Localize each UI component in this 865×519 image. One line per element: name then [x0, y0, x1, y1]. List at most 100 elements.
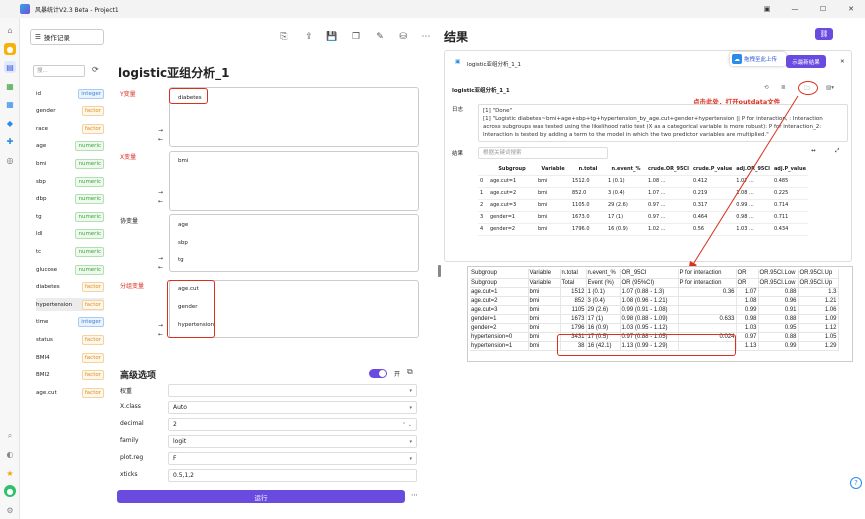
- variable-item[interactable]: hypertension factor: [36, 298, 104, 312]
- move-right-arrow[interactable]: →: [158, 322, 163, 329]
- table-cell[interactable]: Event (%): [586, 278, 621, 288]
- variable-item[interactable]: sbp numeric: [36, 175, 104, 188]
- variable-item[interactable]: dbp numeric: [36, 193, 104, 206]
- move-left-arrow[interactable]: ←: [158, 136, 163, 143]
- table-cell[interactable]: 3 (0.4): [586, 296, 621, 306]
- export-icon[interactable]: ⇪: [303, 31, 315, 43]
- table-cell[interactable]: [678, 305, 737, 315]
- table-cell[interactable]: gender=1: [470, 314, 529, 324]
- table-cell[interactable]: 0.97: [736, 332, 759, 342]
- variable-item[interactable]: id integer: [36, 87, 104, 100]
- covariate-box[interactable]: age sbp tg: [169, 214, 419, 272]
- run-button[interactable]: 运行: [117, 490, 405, 503]
- move-right-arrow[interactable]: →: [158, 189, 163, 196]
- table-cell[interactable]: 29 (2.6): [586, 305, 621, 315]
- grid-icon[interactable]: ▦: [4, 98, 16, 110]
- variable-item[interactable]: ldl numeric: [36, 228, 104, 241]
- variable-item[interactable]: tg numeric: [36, 210, 104, 223]
- more-icon[interactable]: ⋯: [420, 31, 432, 43]
- table-cell[interactable]: Subgroup: [470, 278, 529, 288]
- popout-icon[interactable]: ⧉: [407, 367, 413, 377]
- table-cell[interactable]: 1.03: [736, 323, 759, 333]
- table-cell[interactable]: 1.06: [798, 305, 839, 315]
- data-icon[interactable]: ●: [4, 43, 16, 55]
- table-cell[interactable]: 17 (1): [586, 314, 621, 324]
- fullscreen-icon[interactable]: ⤢: [835, 148, 839, 155]
- pin-icon[interactable]: ▣: [753, 0, 781, 18]
- table-cell[interactable]: 1796: [560, 323, 587, 333]
- table-icon[interactable]: ▦: [4, 80, 16, 92]
- table-cell[interactable]: 0.36: [678, 287, 737, 297]
- table-cell[interactable]: age.cut=2: [470, 296, 529, 306]
- table-cell[interactable]: gender=2: [470, 323, 529, 333]
- help-icon[interactable]: ?: [850, 477, 862, 489]
- variable-item[interactable]: BMI2 factor: [36, 369, 104, 382]
- table-cell[interactable]: 0.91: [758, 305, 799, 315]
- settings-icon[interactable]: ⚙: [4, 504, 16, 516]
- x-variable-box[interactable]: bmi: [169, 151, 419, 211]
- variable-item[interactable]: diabetes factor: [36, 281, 104, 294]
- move-left-arrow[interactable]: ←: [158, 198, 163, 205]
- variable-item[interactable]: age numeric: [36, 140, 104, 153]
- result-tab[interactable]: logistic亚组分析_1_1: [467, 60, 521, 68]
- wechat-icon[interactable]: ●: [4, 485, 16, 497]
- table-cell[interactable]: 0.88: [758, 287, 799, 297]
- variable-search-input[interactable]: 搜...: [33, 65, 85, 77]
- table-cell[interactable]: hypertension=0: [470, 332, 529, 342]
- save-icon[interactable]: 💾: [326, 31, 338, 43]
- table-cell[interactable]: 1.09: [798, 314, 839, 324]
- table-cell[interactable]: OR.95CI.Low: [758, 269, 799, 279]
- close-button[interactable]: ✕: [837, 0, 865, 18]
- expand-width-icon[interactable]: ↔: [811, 148, 816, 154]
- family-select[interactable]: logit ▾: [168, 435, 417, 448]
- theme-icon[interactable]: ◐: [4, 448, 16, 460]
- covariate-item[interactable]: sbp: [178, 240, 188, 246]
- table-cell[interactable]: Variable: [528, 269, 561, 279]
- table-cell[interactable]: 1.07 (0.88 - 1.3): [620, 287, 679, 297]
- table-cell[interactable]: OR (95%CI): [620, 278, 679, 288]
- column-header[interactable]: n.total: [570, 163, 606, 176]
- variable-item[interactable]: race factor: [36, 122, 104, 135]
- search-icon[interactable]: ⌕: [4, 430, 16, 442]
- star-icon[interactable]: ★: [4, 467, 16, 479]
- table-cell[interactable]: bmi: [528, 323, 561, 333]
- import-icon[interactable]: ⎘: [278, 31, 290, 43]
- link-button[interactable]: ⛓: [815, 28, 833, 40]
- table-cell[interactable]: 1.05: [798, 332, 839, 342]
- table-cell[interactable]: OR: [736, 278, 759, 288]
- image-icon[interactable]: ▨▾: [826, 85, 834, 91]
- table-cell[interactable]: P for interaction: [678, 269, 737, 279]
- table-cell[interactable]: OR.95CI.Up: [798, 269, 839, 279]
- column-header[interactable]: Subgroup: [488, 163, 536, 176]
- table-cell[interactable]: 0.99 (0.91 - 1.08): [620, 305, 679, 315]
- more-icon[interactable]: ⋯: [411, 491, 418, 499]
- refresh-icon[interactable]: ⟳: [92, 65, 99, 74]
- table-cell[interactable]: hypertension=1: [470, 341, 529, 351]
- operation-record-button[interactable]: ☰ 操作记录: [30, 29, 104, 45]
- column-header[interactable]: Variable: [536, 163, 570, 176]
- table-cell[interactable]: 0.99: [736, 305, 759, 315]
- model-icon[interactable]: ◆: [4, 117, 16, 129]
- plotreg-select[interactable]: F ▾: [168, 452, 417, 465]
- table-cell[interactable]: 1673: [560, 314, 587, 324]
- table-cell[interactable]: 1.08 (0.96 - 1.21): [620, 296, 679, 306]
- table-cell[interactable]: age.cut=1: [470, 287, 529, 297]
- table-cell[interactable]: 0.95: [758, 323, 799, 333]
- variable-item[interactable]: BMI4 factor: [36, 351, 104, 364]
- table-cell[interactable]: 1.12: [798, 323, 839, 333]
- table-cell[interactable]: bmi: [528, 314, 561, 324]
- variable-item[interactable]: age.cut factor: [36, 386, 104, 399]
- table-cell[interactable]: [678, 323, 737, 333]
- table-cell[interactable]: bmi: [528, 305, 561, 315]
- copy-icon[interactable]: ❐: [350, 31, 362, 43]
- weight-select[interactable]: ▾: [168, 384, 417, 397]
- table-cell[interactable]: P for interaction: [678, 278, 737, 288]
- move-left-arrow[interactable]: ←: [158, 331, 163, 338]
- table-cell[interactable]: 1.03 (0.95 - 1.12): [620, 323, 679, 333]
- table-cell[interactable]: 0.98 (0.88 - 1.09): [620, 314, 679, 324]
- xclass-select[interactable]: Auto ▾: [168, 401, 417, 414]
- table-cell[interactable]: 1105: [560, 305, 587, 315]
- table-cell[interactable]: n.event_%: [586, 269, 621, 279]
- panel-splitter[interactable]: [438, 265, 441, 277]
- table-cell[interactable]: 1.21: [798, 296, 839, 306]
